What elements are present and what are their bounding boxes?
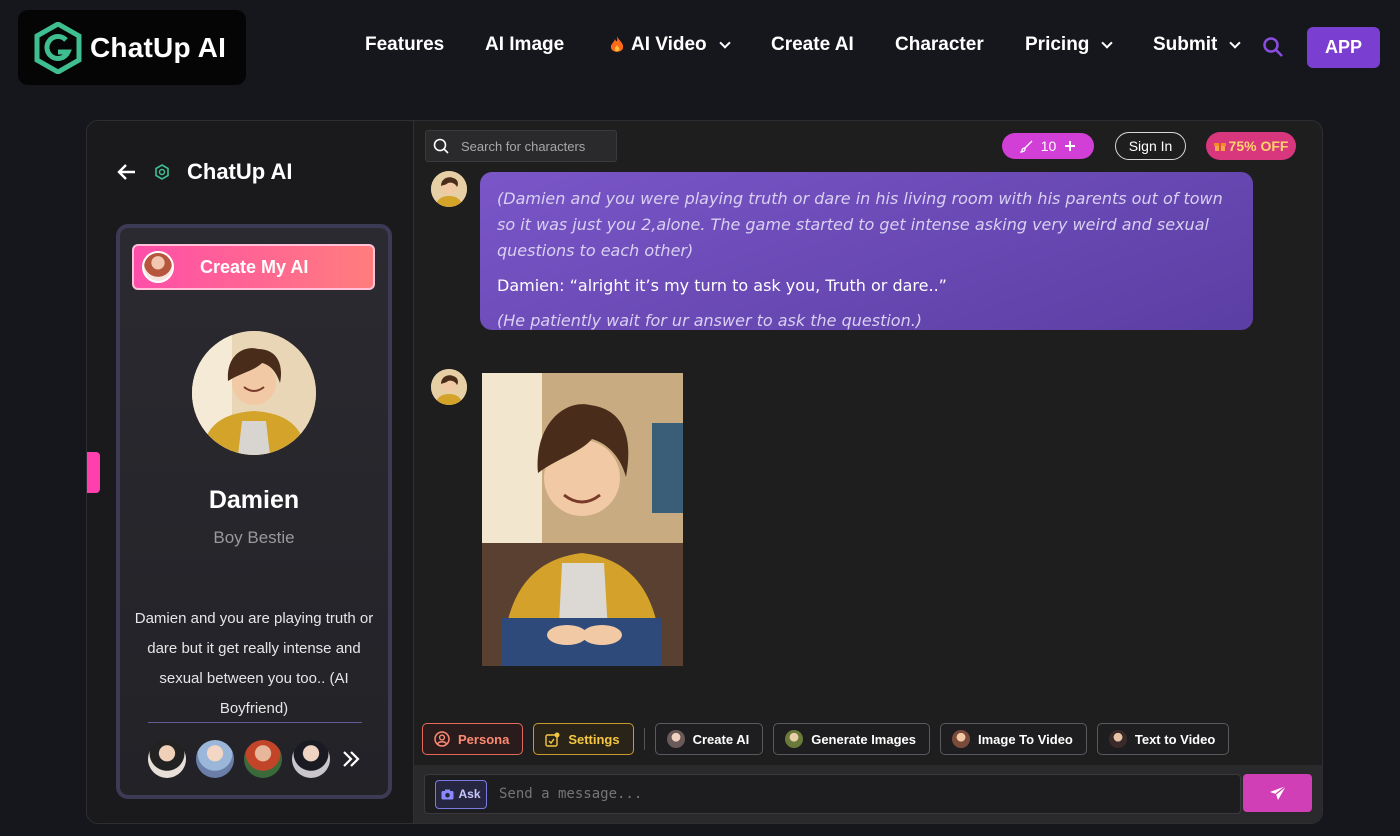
character-card: Create My AI Damien Boy Bestie Damien an… <box>116 224 392 799</box>
app-button[interactable]: APP <box>1307 27 1380 68</box>
search-placeholder: Search for characters <box>461 138 586 154</box>
send-icon <box>1269 785 1286 800</box>
avatar <box>142 251 174 283</box>
sidebar-toggle-handle[interactable] <box>87 452 100 493</box>
nav-ai-image[interactable]: AI Image <box>485 34 564 56</box>
related-character-thumb[interactable] <box>148 740 186 778</box>
credits-count: 10 <box>1040 138 1057 154</box>
double-chevron-right-icon[interactable] <box>340 748 362 770</box>
related-character-thumb[interactable] <box>292 740 330 778</box>
logo-icon <box>155 164 169 180</box>
image-to-video-button[interactable]: Image To Video <box>940 723 1087 755</box>
logo-icon <box>34 21 82 74</box>
related-characters <box>148 740 362 778</box>
brand-logo[interactable]: ChatUp AI <box>18 10 246 85</box>
related-character-thumb[interactable] <box>196 740 234 778</box>
message-input-row: Ask <box>424 774 1241 814</box>
message-narration: (Damien and you were playing truth or da… <box>497 189 1223 260</box>
avatar <box>785 730 804 748</box>
nav-character[interactable]: Character <box>895 34 984 56</box>
create-ai-label: Create AI <box>692 731 750 747</box>
nav-ai-video[interactable]: AI Video <box>609 34 731 56</box>
character-description: Damien and you are playing truth or dare… <box>134 610 374 717</box>
avatar <box>431 171 467 207</box>
nav-ai-video-label: AI Video <box>631 34 707 55</box>
message-input[interactable] <box>499 786 1199 802</box>
related-character-thumb[interactable] <box>244 740 282 778</box>
chat-tools: Persona Settings Create AI Generate Imag… <box>422 723 1230 755</box>
fire-icon <box>610 36 624 52</box>
send-button[interactable] <box>1243 774 1312 812</box>
image-to-video-label: Image To Video <box>978 731 1073 747</box>
credits-badge[interactable]: 10 <box>1002 133 1094 159</box>
avatar <box>431 369 467 405</box>
search-icon[interactable] <box>1262 36 1284 58</box>
settings-icon <box>545 732 560 747</box>
settings-button[interactable]: Settings <box>533 723 634 755</box>
character-name: Damien <box>208 486 300 514</box>
avatar <box>666 730 685 748</box>
nav-pricing-label: Pricing <box>1025 34 1090 55</box>
avatar <box>1108 730 1127 748</box>
character-message-bubble: (Damien and you were playing truth or da… <box>480 172 1253 330</box>
generate-images-button[interactable]: Generate Images <box>773 723 930 755</box>
settings-label: Settings <box>568 731 620 747</box>
plus-icon <box>1065 141 1076 151</box>
chat-frame: ChatUp AI Create My AI Damien Boy Bestie… <box>86 120 1323 824</box>
divider <box>643 728 645 750</box>
create-my-ai-label: Create My AI <box>200 256 309 277</box>
create-my-ai-button[interactable]: Create My AI <box>132 244 375 290</box>
nav-create-ai[interactable]: Create AI <box>771 34 854 56</box>
message-narration: (He patiently wait for ur answer to ask … <box>497 311 923 330</box>
ask-button[interactable]: Ask <box>435 779 487 809</box>
chevron-down-icon <box>1229 37 1242 49</box>
avatar <box>952 730 970 748</box>
brush-icon <box>1019 140 1033 153</box>
top-navbar: ChatUp AI Features AI Image AI Video Cre… <box>0 0 1400 95</box>
text-to-video-label: Text to Video <box>1134 731 1216 747</box>
back-arrow-icon[interactable] <box>117 163 137 181</box>
generated-character-image[interactable] <box>482 373 683 666</box>
chat-search: Search for characters <box>425 130 617 162</box>
user-circle-icon <box>434 731 450 747</box>
create-ai-button[interactable]: Create AI <box>654 723 764 755</box>
text-to-video-button[interactable]: Text to Video <box>1096 723 1230 755</box>
message-composer: Ask <box>414 765 1322 823</box>
character-sidebar: ChatUp AI Create My AI Damien Boy Bestie… <box>87 121 414 823</box>
camera-icon <box>441 789 454 799</box>
sidebar-title: ChatUp AI <box>187 159 293 184</box>
gift-icon <box>1213 143 1226 151</box>
search-icon <box>433 138 449 154</box>
sign-in-button[interactable]: Sign In <box>1115 132 1186 160</box>
discount-label: 75% OFF <box>1228 138 1289 154</box>
message-dialogue: Damien: “alright it’s my turn to ask you… <box>497 276 947 295</box>
persona-button[interactable]: Persona <box>422 723 524 755</box>
nav-submit[interactable]: Submit <box>1153 34 1242 56</box>
divider <box>148 722 362 723</box>
nav-pricing[interactable]: Pricing <box>1025 34 1114 56</box>
generate-images-label: Generate Images <box>811 731 916 747</box>
character-avatar <box>192 331 316 455</box>
persona-label: Persona <box>458 731 510 747</box>
nav-features[interactable]: Features <box>365 34 444 56</box>
character-search[interactable]: Search for characters <box>425 130 617 162</box>
discount-badge[interactable]: 75% OFF <box>1206 132 1296 160</box>
character-tagline: Boy Bestie <box>213 528 295 547</box>
chevron-down-icon <box>719 37 731 49</box>
ask-label: Ask <box>458 787 481 801</box>
chevron-down-icon <box>1101 37 1114 49</box>
nav-submit-label: Submit <box>1153 34 1218 55</box>
sidebar-header: ChatUp AI <box>117 159 293 185</box>
brand-name: ChatUp AI <box>90 31 227 63</box>
